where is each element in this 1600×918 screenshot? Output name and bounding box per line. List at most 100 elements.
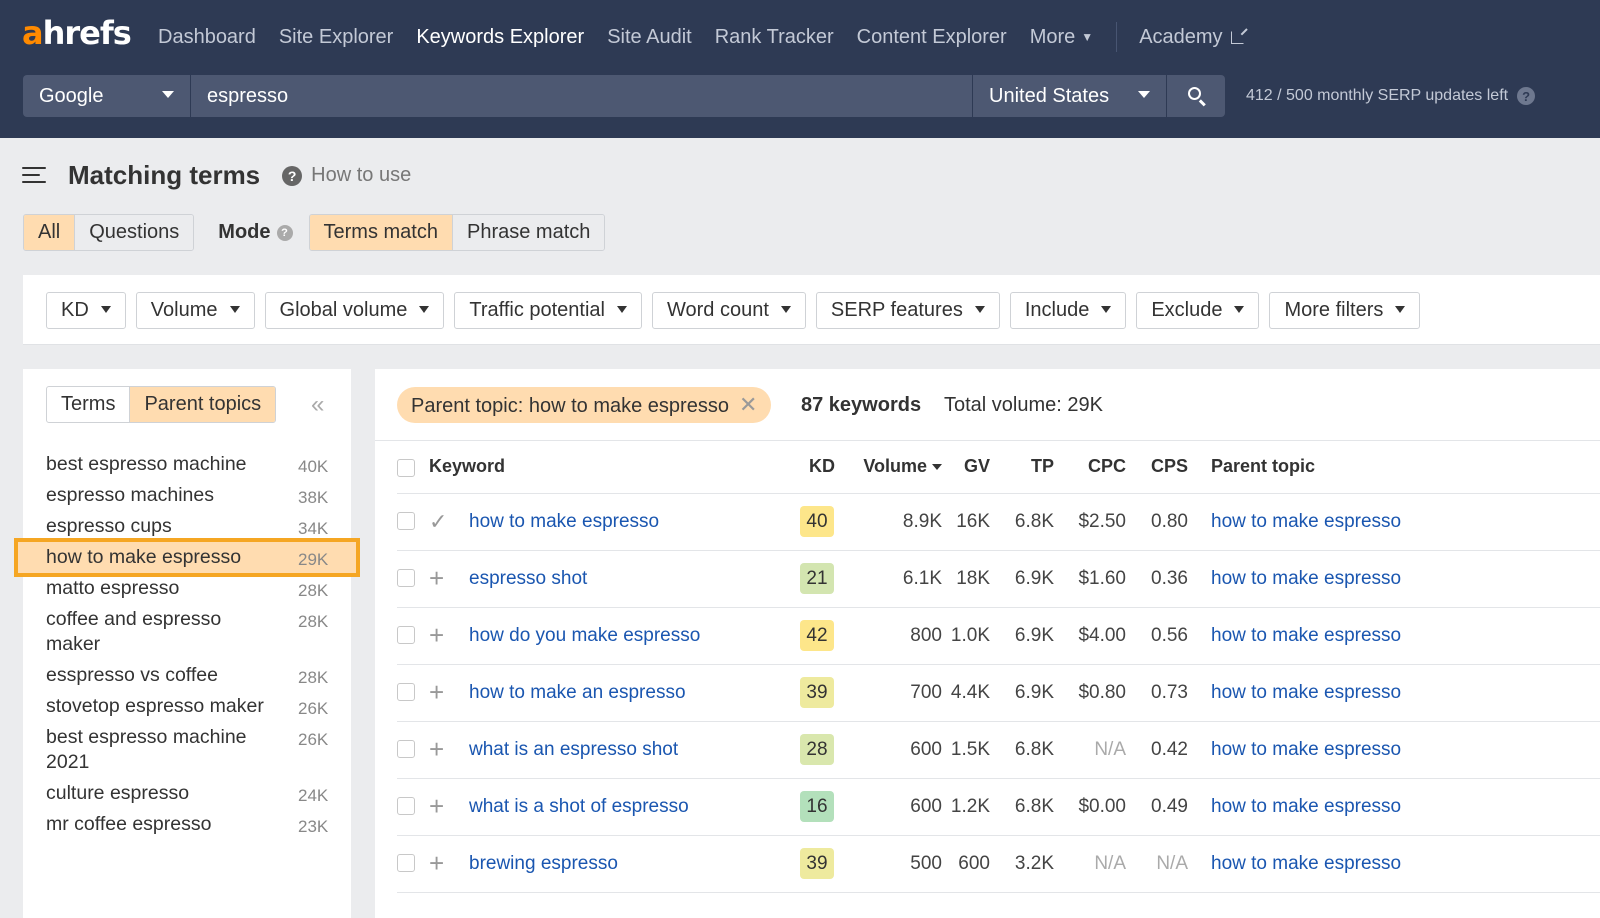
parent-topic-link[interactable]: how to make espresso <box>1211 796 1401 817</box>
filter-volume[interactable]: Volume <box>135 292 255 329</box>
how-to-use-link[interactable]: ? How to use <box>282 164 411 187</box>
kd-badge: 42 <box>800 620 834 651</box>
table-header-row: Keyword KD Volume GV TP CPC CPS Parent t… <box>397 441 1600 494</box>
parent-topic-link[interactable]: how to make espresso <box>1211 853 1401 874</box>
parent-topic-link[interactable]: how to make espresso <box>1211 511 1401 532</box>
filter-more[interactable]: More filters <box>1269 292 1421 329</box>
filter-serp-features[interactable]: SERP features <box>815 292 1000 329</box>
tab-terms-match[interactable]: Terms match <box>309 215 452 250</box>
keyword-link[interactable]: brewing espresso <box>469 853 618 874</box>
keyword-link[interactable]: how to make an espresso <box>469 682 686 703</box>
tab-parent-topics[interactable]: Parent topics <box>129 387 276 422</box>
parent-topic-item[interactable]: how to make espresso 29K <box>14 538 360 577</box>
keyword-link[interactable]: what is a shot of espresso <box>469 796 689 817</box>
parent-topic-link[interactable]: how to make espresso <box>1211 568 1401 589</box>
filter-include[interactable]: Include <box>1009 292 1127 329</box>
filter-exclude[interactable]: Exclude <box>1136 292 1260 329</box>
parent-topic-item[interactable]: espresso machines 38K <box>23 480 351 511</box>
keyword-link[interactable]: what is an espresso shot <box>469 739 678 760</box>
select-all-checkbox[interactable] <box>397 458 415 477</box>
collapse-sidebar-icon[interactable]: « <box>311 391 324 419</box>
tp-cell: 6.9K <box>990 550 1054 608</box>
parent-topic-item[interactable]: culture espresso 24K <box>23 778 351 809</box>
table-row: + how to make an espresso 39 700 4.4K 6.9K $0.… <box>397 664 1600 722</box>
gv-cell: 1.0K <box>942 607 990 665</box>
keyword-link[interactable]: espresso shot <box>469 568 587 589</box>
keyword-search-input[interactable]: espresso <box>191 75 972 117</box>
parent-topic-item[interactable]: esspresso vs coffee 28K <box>23 660 351 691</box>
tp-cell: 6.8K <box>990 493 1054 551</box>
search-button[interactable] <box>1167 75 1225 117</box>
filter-traffic-potential[interactable]: Traffic potential <box>454 292 642 329</box>
close-icon[interactable]: ✕ <box>739 392 757 417</box>
col-gv[interactable]: GV <box>942 441 990 494</box>
filter-global-volume[interactable]: Global volume <box>264 292 445 329</box>
menu-icon[interactable] <box>22 166 46 185</box>
caret-down-icon <box>162 91 174 98</box>
row-checkbox[interactable] <box>397 512 415 531</box>
parent-topic-item[interactable]: coffee and espresso maker 28K <box>23 604 351 660</box>
col-volume[interactable]: Volume <box>835 441 942 494</box>
help-icon[interactable]: ? <box>1517 87 1536 105</box>
parent-topic-item[interactable]: espresso cups 34K <box>23 511 351 542</box>
tab-all[interactable]: All <box>24 215 75 250</box>
tab-terms[interactable]: Terms <box>47 387 129 422</box>
keyword-link[interactable]: how to make espresso <box>469 511 659 532</box>
row-checkbox[interactable] <box>397 854 415 873</box>
parent-topic-item[interactable]: matto espresso 28K <box>23 573 351 604</box>
filter-kd[interactable]: KD <box>46 292 126 329</box>
add-to-list-icon[interactable]: + <box>429 563 444 593</box>
row-checkbox[interactable] <box>397 683 415 702</box>
add-to-list-icon[interactable]: + <box>429 677 444 707</box>
parent-topic-item[interactable]: best espresso machine 40K <box>23 449 351 480</box>
parent-topic-link[interactable]: how to make espresso <box>1211 625 1401 646</box>
nav-content-explorer[interactable]: Content Explorer <box>857 26 1007 49</box>
parent-topic-link[interactable]: how to make espresso <box>1211 739 1401 760</box>
col-parent-topic[interactable]: Parent topic <box>1188 441 1600 494</box>
table-row: + brewing espresso 39 500 600 3.2K N/A N/A how t… <box>397 835 1600 893</box>
col-kd[interactable]: KD <box>799 441 835 494</box>
table-row: + how do you make espresso 42 800 1.0K 6.9K $4… <box>397 607 1600 665</box>
nav-academy[interactable]: Academy <box>1139 26 1244 49</box>
cpc-cell: $0.00 <box>1054 778 1126 836</box>
nav-keywords-explorer[interactable]: Keywords Explorer <box>416 26 584 49</box>
add-to-list-icon[interactable]: + <box>429 791 444 821</box>
row-checkbox[interactable] <box>397 626 415 645</box>
add-to-list-icon[interactable]: + <box>429 620 444 650</box>
parent-topic-name: esspresso vs coffee <box>46 664 218 686</box>
row-checkbox[interactable] <box>397 797 415 816</box>
col-tp[interactable]: TP <box>990 441 1054 494</box>
filter-bar: KD Volume Global volume Traffic potentia… <box>23 275 1600 345</box>
table-row: + what is an espresso shot 28 600 1.5K 6.8K N/… <box>397 721 1600 779</box>
keyword-link[interactable]: how do you make espresso <box>469 625 700 646</box>
help-icon[interactable]: ? <box>276 224 293 241</box>
add-to-list-icon[interactable]: + <box>429 848 444 878</box>
volume-cell: 800 <box>835 607 942 665</box>
filter-word-count[interactable]: Word count <box>651 292 806 329</box>
search-engine-select[interactable]: Google <box>23 75 190 117</box>
col-cps[interactable]: CPS <box>1126 441 1188 494</box>
row-checkbox[interactable] <box>397 740 415 759</box>
nav-site-explorer[interactable]: Site Explorer <box>279 26 394 49</box>
row-checkbox[interactable] <box>397 569 415 588</box>
parent-topic-name: coffee and espresso maker <box>46 608 222 655</box>
parent-topic-item[interactable]: stovetop espresso maker 26K <box>23 691 351 722</box>
parent-topic-item[interactable]: mr coffee espresso 23K <box>23 809 351 840</box>
parent-topic-volume: 40K <box>298 457 329 476</box>
nav-rank-tracker[interactable]: Rank Tracker <box>715 26 834 49</box>
tab-phrase-match[interactable]: Phrase match <box>451 215 605 250</box>
ahrefs-logo[interactable]: ahrefs <box>22 14 132 52</box>
col-cpc[interactable]: CPC <box>1054 441 1126 494</box>
parent-topic-volume: 23K <box>298 817 329 836</box>
parent-topic-item[interactable]: best espresso machine 2021 26K <box>23 722 351 778</box>
nav-dashboard[interactable]: Dashboard <box>158 26 256 49</box>
parent-topic-link[interactable]: how to make espresso <box>1211 682 1401 703</box>
country-select[interactable]: United States <box>973 75 1166 117</box>
nav-more[interactable]: More ▼ <box>1030 26 1093 49</box>
gv-cell: 4.4K <box>942 664 990 722</box>
add-to-list-icon[interactable]: + <box>429 734 444 764</box>
nav-site-audit[interactable]: Site Audit <box>607 26 692 49</box>
tab-questions[interactable]: Questions <box>74 215 194 250</box>
cpc-cell: $2.50 <box>1054 493 1126 551</box>
col-keyword[interactable]: Keyword <box>429 441 799 494</box>
